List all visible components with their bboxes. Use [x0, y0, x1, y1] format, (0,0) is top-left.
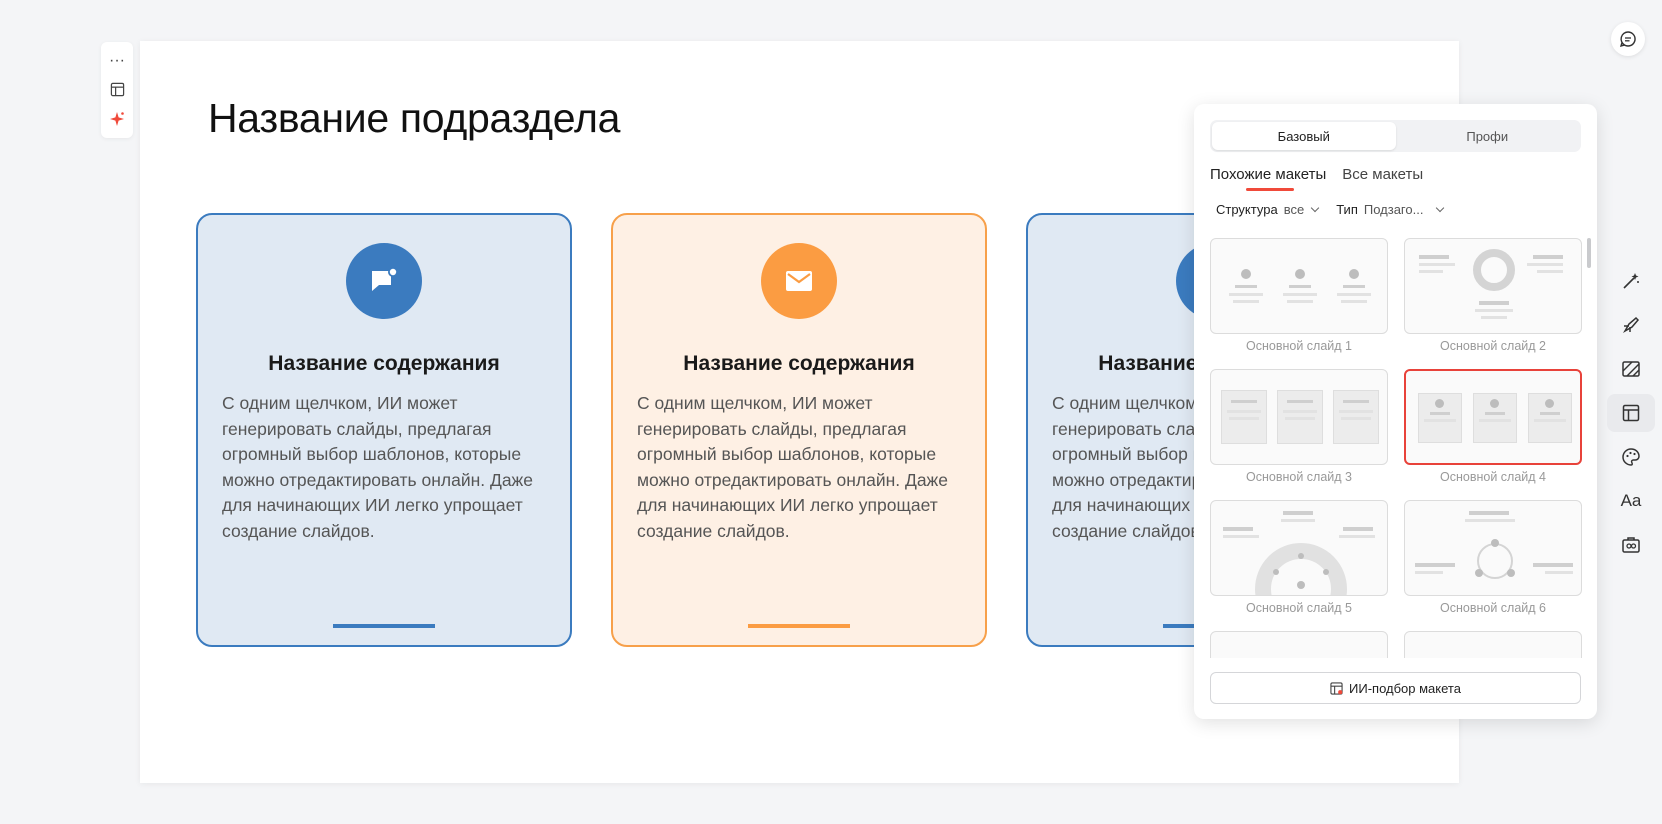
- card-title: Название содержания: [268, 352, 500, 375]
- animation-button[interactable]: [1607, 306, 1655, 344]
- mode-switch: Базовый Профи: [1210, 120, 1581, 152]
- layout-panel: Базовый Профи Похожие макеты Все макеты …: [1194, 104, 1597, 719]
- layout-thumbnail[interactable]: [1210, 369, 1388, 465]
- segment-pro[interactable]: Профи: [1396, 122, 1580, 150]
- layout-label: Основной слайд 1: [1246, 339, 1352, 353]
- background-button[interactable]: [1607, 350, 1655, 388]
- palette-icon: [1622, 448, 1640, 466]
- layout-thumbnail[interactable]: [1404, 631, 1582, 658]
- card-icon-circle: [761, 243, 837, 319]
- tab-label: Все макеты: [1342, 166, 1424, 183]
- layout-button[interactable]: [105, 78, 129, 102]
- tab-label: Похожие макеты: [1210, 166, 1327, 183]
- layout-icon: [110, 83, 124, 97]
- ai-button-label: ИИ-подбор макета: [1349, 680, 1461, 696]
- layout-thumbnail[interactable]: [1210, 631, 1388, 658]
- magic-wand-icon: [1623, 273, 1639, 289]
- layout-option[interactable]: [1210, 631, 1388, 658]
- filter-label: Тип: [1336, 202, 1358, 217]
- layout-label: Основной слайд 6: [1440, 601, 1546, 615]
- theme-color-button[interactable]: [1607, 438, 1655, 476]
- ai-layout-icon: [1330, 681, 1343, 695]
- layout-icon: [1622, 404, 1640, 422]
- layout-option-selected[interactable]: Основной слайд 4: [1404, 369, 1582, 484]
- more-options-button[interactable]: ···: [105, 49, 129, 73]
- filter-label: Структура: [1216, 202, 1278, 217]
- layout-thumbnail[interactable]: [1210, 500, 1388, 596]
- filter-value: Подзаго...: [1363, 202, 1424, 217]
- layout-label: Основной слайд 4: [1440, 470, 1546, 484]
- active-tab-underline: [1246, 188, 1294, 191]
- more-icon: ···: [109, 51, 125, 69]
- card-title: Название содержания: [683, 352, 915, 375]
- layout-option[interactable]: [1404, 631, 1582, 658]
- chat-icon: [1619, 31, 1636, 48]
- font-icon: Aa: [1620, 491, 1642, 510]
- layout-option[interactable]: Основной слайд 1: [1210, 238, 1388, 353]
- card-accent-bar: [748, 624, 850, 628]
- chevron-down-icon: [1436, 203, 1445, 213]
- right-tool-rail: Aa: [1605, 262, 1657, 570]
- layout-grid: Основной слайд 1 Основной слайд 2 Основн…: [1210, 238, 1584, 658]
- layout-thumbnail[interactable]: [1404, 238, 1582, 334]
- panel-scrollbar[interactable]: [1587, 238, 1591, 268]
- tab-all-layouts[interactable]: Все макеты: [1342, 166, 1423, 191]
- filters-row: Структура все Тип Подзаго...: [1216, 202, 1445, 217]
- layout-tabs: Похожие макеты Все макеты: [1210, 166, 1423, 191]
- envelope-icon: [786, 271, 812, 291]
- card-body: С одним щелчком, ИИ может генерировать с…: [637, 393, 949, 541]
- rocket-icon: [1622, 316, 1640, 334]
- layout-option[interactable]: Основной слайд 5: [1210, 500, 1388, 615]
- content-card[interactable]: Название содержания С одним щелчком, ИИ …: [611, 213, 987, 647]
- card-accent-bar: [333, 624, 435, 628]
- ai-layout-pick-button[interactable]: ИИ-подбор макета: [1210, 672, 1581, 704]
- brand-kit-icon: [1622, 537, 1640, 553]
- font-button[interactable]: Aa: [1607, 482, 1655, 520]
- brand-button[interactable]: [1607, 526, 1655, 564]
- structure-filter[interactable]: Структура все: [1216, 202, 1320, 217]
- comments-button[interactable]: [1611, 22, 1645, 56]
- slide-title[interactable]: Название подраздела: [208, 95, 620, 142]
- filter-value: все: [1283, 202, 1305, 217]
- layout-thumbnail[interactable]: [1404, 500, 1582, 596]
- layout-option[interactable]: Основной слайд 2: [1404, 238, 1582, 353]
- layout-label: Основной слайд 5: [1246, 601, 1352, 615]
- layout-option[interactable]: Основной слайд 6: [1404, 500, 1582, 615]
- background-pattern-icon: [1622, 361, 1640, 377]
- ai-magic-button[interactable]: [1607, 262, 1655, 300]
- ai-sparkle-button[interactable]: [105, 107, 129, 131]
- sparkle-icon: [110, 112, 124, 127]
- content-card[interactable]: Название содержания С одним щелчком, ИИ …: [196, 213, 572, 647]
- layout-thumbnail[interactable]: [1210, 238, 1388, 334]
- slide-mini-toolbar: ···: [101, 42, 133, 138]
- chat-bubble-icon: [372, 267, 398, 291]
- segment-basic[interactable]: Базовый: [1212, 122, 1396, 150]
- layout-label: Основной слайд 3: [1246, 470, 1352, 484]
- type-filter[interactable]: Тип Подзаго...: [1336, 202, 1445, 217]
- layout-option[interactable]: Основной слайд 3: [1210, 369, 1388, 484]
- tab-similar-layouts[interactable]: Похожие макеты: [1210, 166, 1326, 191]
- layout-thumbnail[interactable]: [1404, 369, 1582, 465]
- layout-label: Основной слайд 2: [1440, 339, 1546, 353]
- card-icon-circle: [346, 243, 422, 319]
- card-body: С одним щелчком, ИИ может генерировать с…: [222, 393, 534, 541]
- chevron-down-icon: [1310, 203, 1320, 213]
- layout-tool-button[interactable]: [1607, 394, 1655, 432]
